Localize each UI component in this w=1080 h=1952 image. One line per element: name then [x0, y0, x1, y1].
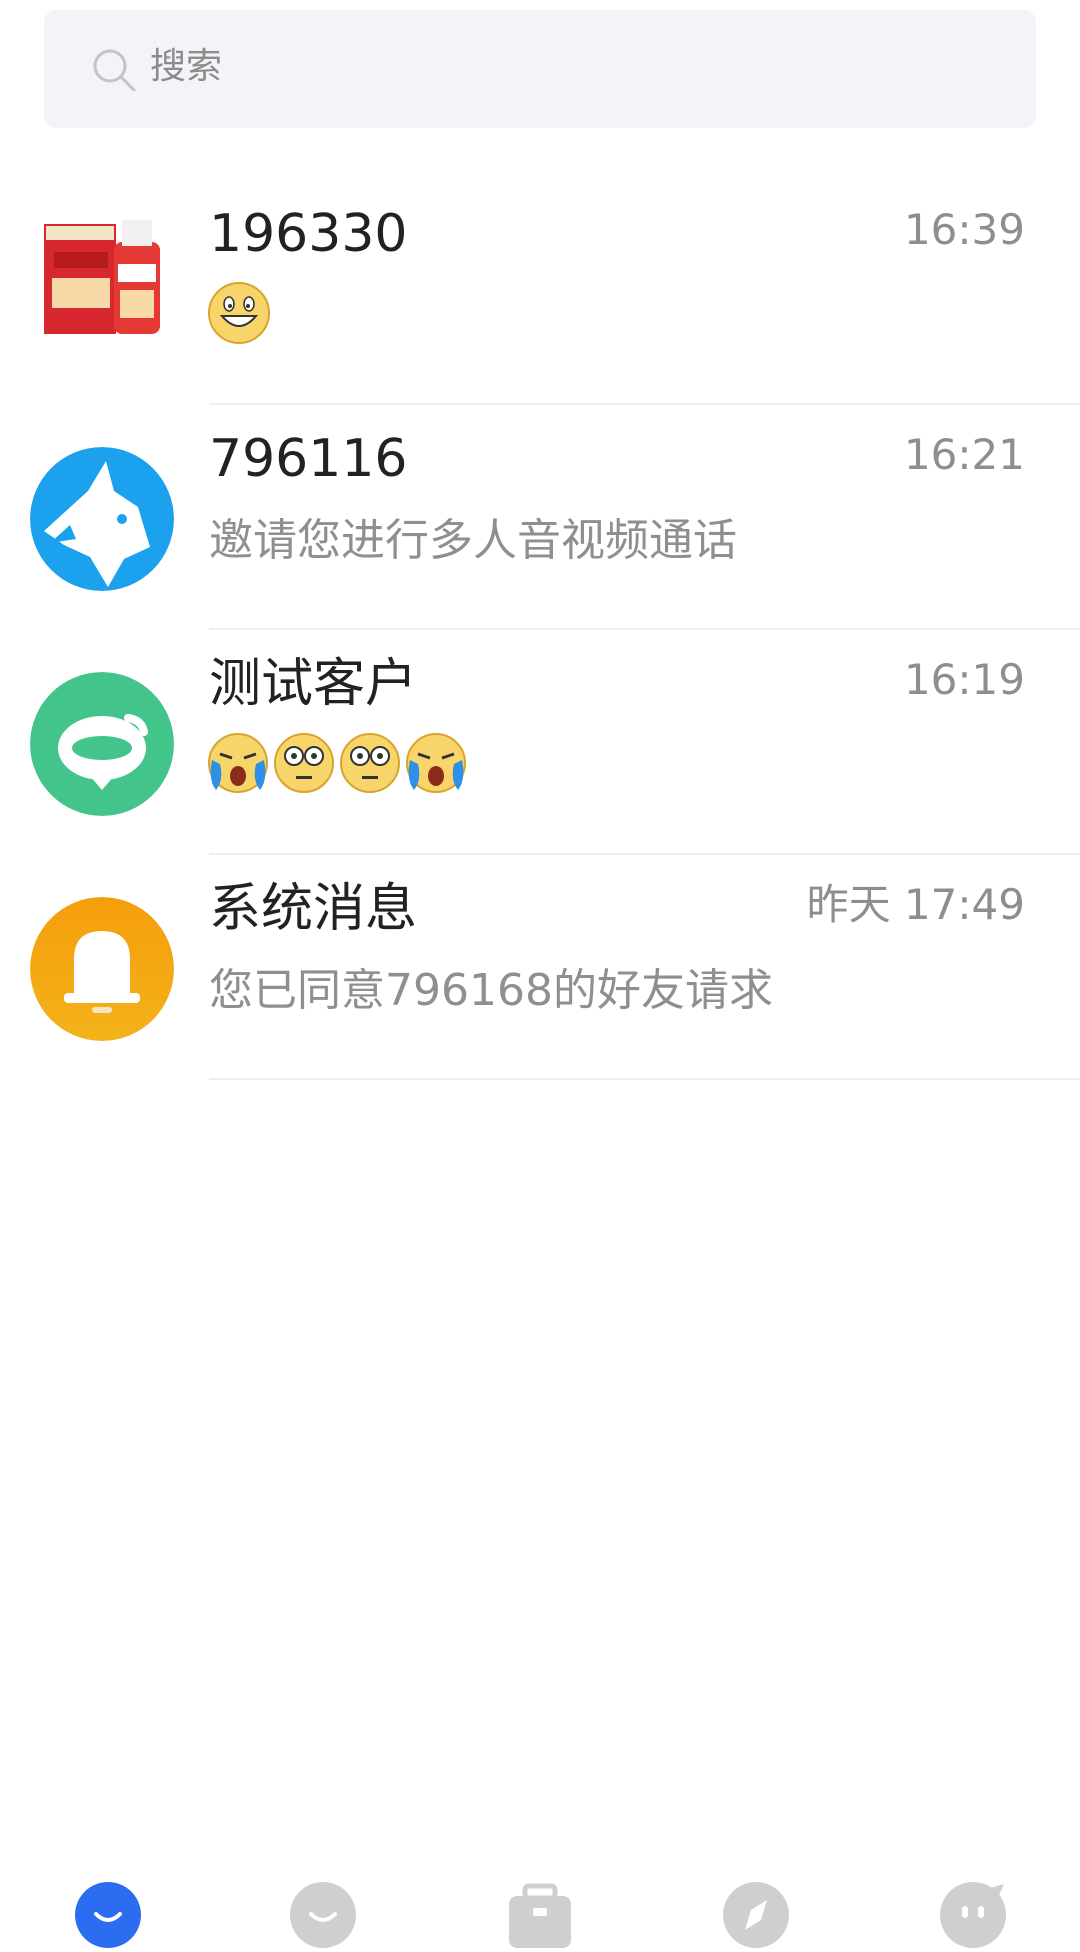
crying-emoji — [404, 730, 468, 800]
search-bar[interactable]: 搜索 — [44, 10, 1036, 128]
avatar — [38, 202, 174, 346]
conversation-list: 196330 16:39 796116 16:21 邀请您进行多人音视频通话 测… — [0, 180, 1080, 1080]
message-preview — [206, 730, 468, 800]
contacts-icon[interactable] — [290, 1882, 356, 1948]
conversation-item[interactable]: 系统消息 昨天 17:49 您已同意796168的好友请求 — [0, 855, 1080, 1080]
avatar — [30, 672, 174, 816]
bottom-tab-bar — [0, 1830, 1080, 1948]
conversation-item[interactable]: 196330 16:39 — [0, 180, 1080, 405]
crying-emoji — [206, 730, 270, 800]
workbench-icon[interactable] — [507, 1882, 573, 1948]
message-preview — [206, 280, 272, 350]
me-icon[interactable] — [940, 1882, 1006, 1948]
stunned-emoji — [338, 730, 402, 800]
avatar — [30, 447, 174, 591]
conversation-item[interactable]: 796116 16:21 邀请您进行多人音视频通话 — [0, 405, 1080, 630]
conversation-name: 系统消息 — [209, 879, 418, 939]
conversation-time: 16:19 — [903, 655, 1025, 704]
search-icon — [90, 46, 138, 94]
conversation-time: 昨天 17:49 — [806, 880, 1025, 929]
grin-emoji — [206, 280, 272, 350]
chat-icon[interactable] — [75, 1882, 141, 1948]
conversation-name: 196330 — [209, 204, 408, 264]
stunned-emoji — [272, 730, 336, 800]
conversation-time: 16:39 — [903, 205, 1025, 254]
conversation-time: 16:21 — [903, 430, 1025, 479]
conversation-name: 796116 — [209, 429, 408, 489]
message-preview: 邀请您进行多人音视频通话 — [209, 515, 737, 566]
message-preview: 您已同意796168的好友请求 — [209, 965, 773, 1016]
conversation-item[interactable]: 测试客户 16:19 — [0, 630, 1080, 855]
search-placeholder: 搜索 — [150, 46, 223, 87]
conversation-name: 测试客户 — [209, 654, 418, 714]
avatar — [30, 897, 174, 1041]
divider — [209, 1078, 1080, 1080]
discover-icon[interactable] — [723, 1882, 789, 1948]
